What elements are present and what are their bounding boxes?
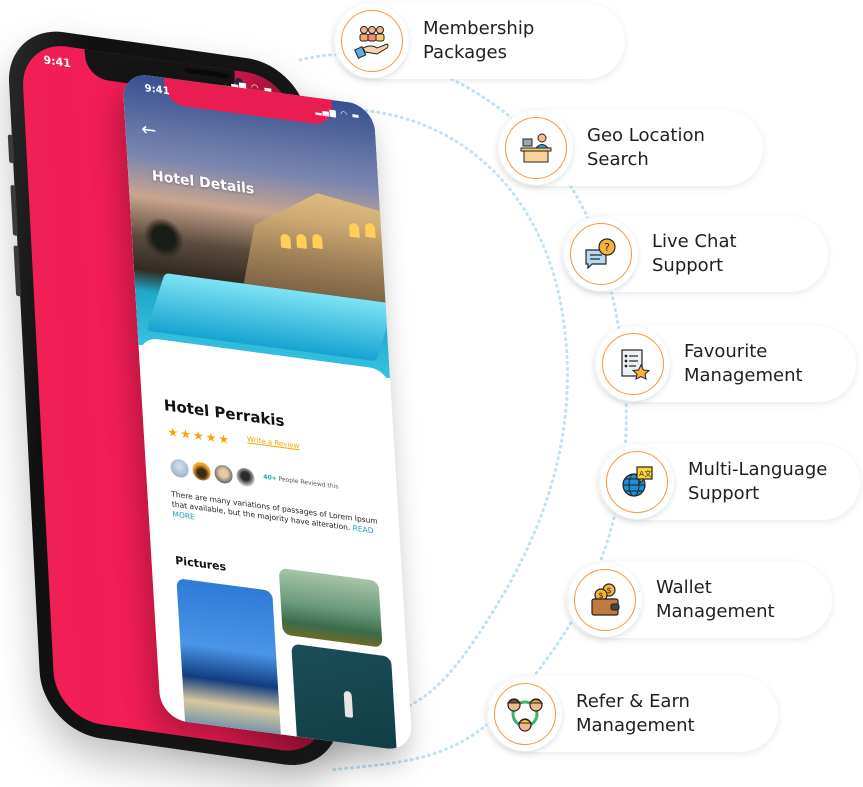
avatar <box>169 456 191 480</box>
volume-down-button <box>13 245 22 297</box>
feature-label: Membership Packages <box>423 17 534 65</box>
feature-label: Geo Location Search <box>587 124 705 172</box>
front-phone-screen: 9:41 ▂▄▆ ◠ ▬ ← Hotel Details Hotel Perra… <box>122 72 413 762</box>
feature-icon-ring <box>494 683 556 745</box>
feature-label-line1: Multi-Language <box>688 459 828 480</box>
feature-icon-holder: A 文 <box>600 445 674 519</box>
feature-multi-language-support[interactable]: A 文 Multi-Language Support <box>598 444 860 520</box>
pictures-heading: Pictures <box>174 553 227 574</box>
feature-label-line2: Support <box>688 483 760 504</box>
feature-label-line1: Geo Location <box>587 125 705 146</box>
feature-label-line1: Wallet <box>656 577 712 598</box>
multi-language-globe-icon: A 文 <box>622 466 653 497</box>
feature-label: Multi-Language Support <box>688 458 827 506</box>
membership-hand-people-icon <box>354 26 389 59</box>
feature-label: Refer & Earn Management <box>576 690 695 738</box>
feature-label-line2: Packages <box>423 42 507 63</box>
favourite-list-star-icon <box>621 349 651 380</box>
battery-icon: ▬ <box>351 110 361 121</box>
geo-location-desk-icon <box>520 133 552 163</box>
live-chat-question-icon: ? <box>585 238 616 270</box>
write-review-link[interactable]: Write a Review <box>247 435 300 450</box>
feature-icon-holder: ? <box>564 217 638 291</box>
feature-label: Favourite Management <box>684 340 803 388</box>
feature-icon-ring <box>505 117 567 179</box>
feature-icon-holder <box>335 4 409 78</box>
svg-text:?: ? <box>604 241 610 254</box>
hotel-info-sheet: Hotel Perrakis ★★★★★ Write a Review 40+ … <box>137 336 413 752</box>
picture-resort[interactable] <box>176 578 282 752</box>
picture-boat[interactable] <box>291 643 399 752</box>
avatar <box>212 462 235 486</box>
description-text: There are many variations of passages of… <box>170 489 378 533</box>
feature-live-chat-support[interactable]: ? Live Chat Support <box>562 216 828 292</box>
arrow-left-icon[interactable]: ← <box>141 119 157 142</box>
feature-membership-packages[interactable]: Membership Packages <box>333 3 625 79</box>
hotel-details-screen: 9:41 ▂▄▆ ◠ ▬ ← Hotel Details Hotel Perra… <box>122 72 413 752</box>
feature-icon-holder <box>488 677 562 751</box>
review-count: 40+ People Reviewd this <box>263 474 339 491</box>
feature-icon-ring <box>602 333 664 395</box>
star-rating: ★★★★★ <box>167 424 232 448</box>
volume-up-button <box>10 184 18 236</box>
mute-switch <box>7 134 15 164</box>
feature-geo-location-search[interactable]: Geo Location Search <box>497 110 763 186</box>
avatar <box>190 459 213 483</box>
feature-label-line1: Refer & Earn <box>576 691 690 712</box>
boat <box>343 690 354 718</box>
hotel-name: Hotel Perrakis <box>163 396 285 431</box>
feature-label-line1: Favourite <box>684 341 768 362</box>
review-count-value: 40+ <box>263 473 277 483</box>
feature-label: Live Chat Support <box>652 230 737 278</box>
status-time: 9:41 <box>43 53 72 71</box>
feature-icon-ring <box>341 10 403 72</box>
feature-icon-ring: A 文 <box>606 451 668 513</box>
picture-mountains[interactable] <box>278 567 383 648</box>
feature-label-line2: Management <box>684 365 803 386</box>
feature-icon-ring: ? <box>570 223 632 285</box>
wifi-icon: ◠ <box>339 109 349 120</box>
palm-tree <box>142 214 185 261</box>
feature-favourite-management[interactable]: Favourite Management <box>594 326 856 402</box>
review-count-label: People Reviewd this <box>278 475 339 491</box>
feature-label-line2: Support <box>652 255 724 276</box>
feature-label-line2: Search <box>587 149 649 170</box>
feature-icon-holder <box>499 111 573 185</box>
feature-label-line2: Management <box>656 601 775 622</box>
feature-icon-holder <box>596 327 670 401</box>
svg-text:A: A <box>639 470 644 478</box>
hotel-description: There are many variations of passages of… <box>171 489 382 547</box>
svg-text:文: 文 <box>645 469 652 478</box>
feature-label-line1: Membership <box>423 18 535 39</box>
feature-refer-earn-management[interactable]: Refer & Earn Management <box>486 676 778 752</box>
feature-label: Wallet Management <box>656 576 775 624</box>
feature-wallet-management[interactable]: $ $ Wallet Management <box>566 562 832 638</box>
wallet-coins-icon: $ $ <box>591 583 620 616</box>
refer-earn-people-icon <box>506 698 544 732</box>
feature-icon-ring: $ $ <box>574 569 636 631</box>
feature-label-line1: Live Chat <box>652 231 737 252</box>
reviewer-avatars <box>169 456 257 489</box>
avatar <box>234 465 257 489</box>
speaker-grille <box>184 67 229 79</box>
feature-label-line2: Management <box>576 715 695 736</box>
feature-icon-holder: $ $ <box>568 563 642 637</box>
